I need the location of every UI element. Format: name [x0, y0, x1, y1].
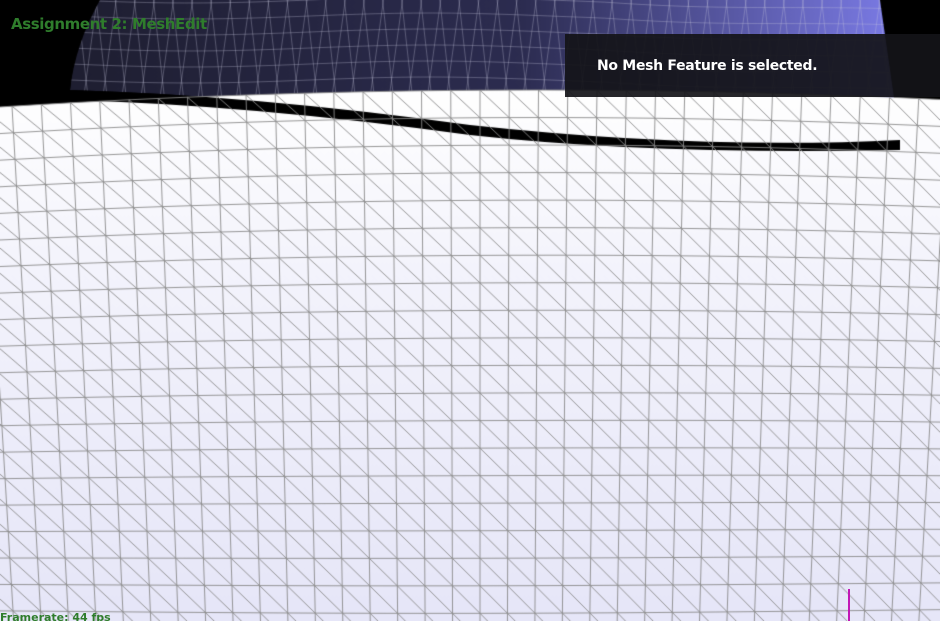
selection-status-text: No Mesh Feature is selected.	[597, 58, 818, 74]
info-panel: No Mesh Feature is selected.	[565, 34, 940, 97]
framerate-label: Framerate: 44 fps	[0, 611, 111, 621]
viewport[interactable]: Assignment 2: MeshEdit No Mesh Feature i…	[0, 0, 940, 621]
app-title: Assignment 2: MeshEdit	[11, 15, 207, 33]
cursor-marker	[848, 589, 850, 621]
